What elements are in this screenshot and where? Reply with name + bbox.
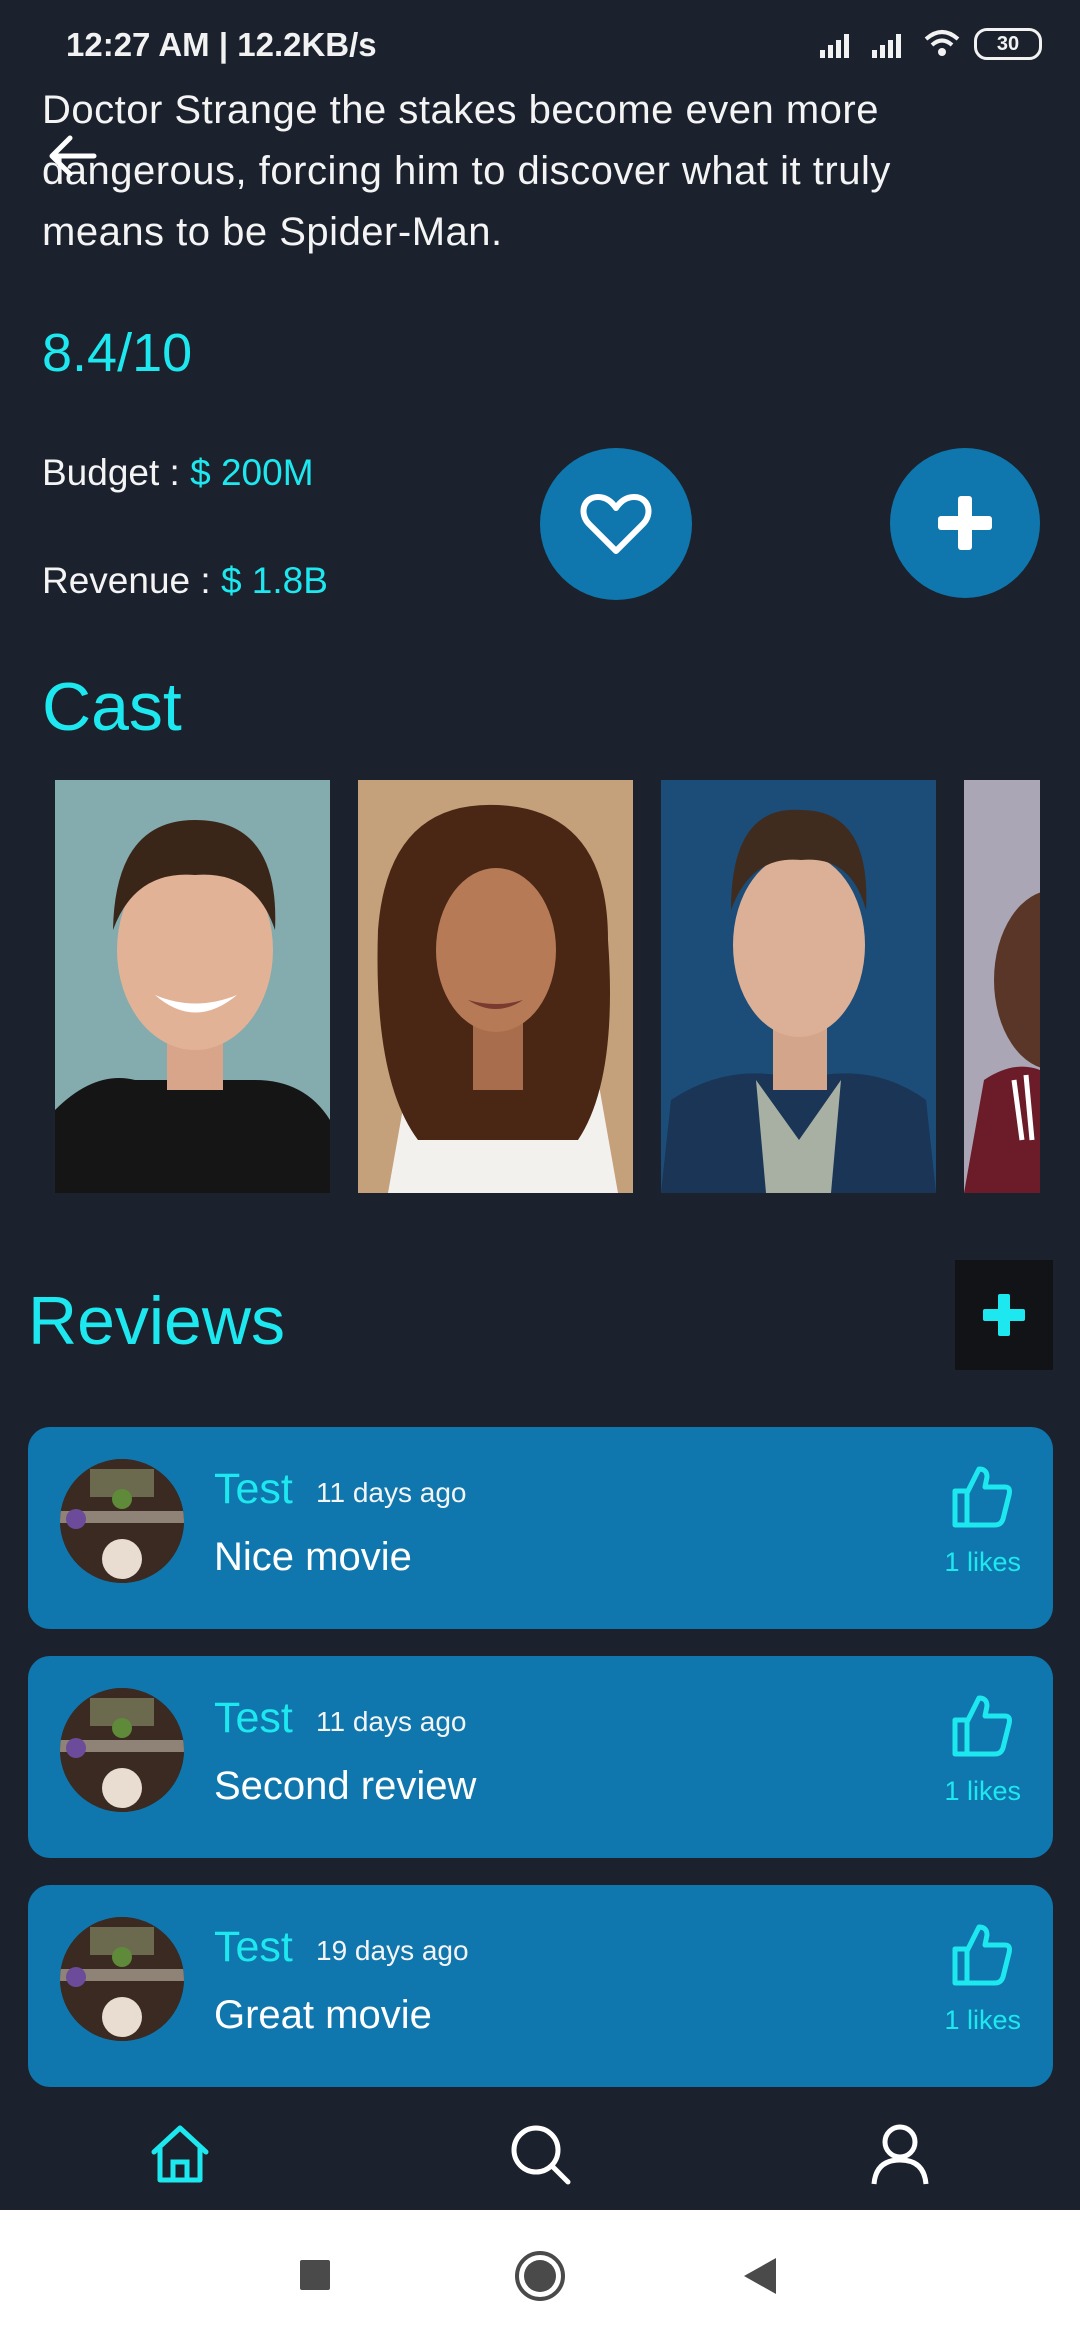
avatar [60,1688,184,1812]
user-icon[interactable] [868,2122,932,2186]
review-date: 11 days ago [316,1706,467,1737]
status-time: 12:27 AM | 12.2KB/s [66,26,377,63]
cast-title: Cast [42,669,182,745]
signal-icon [820,34,849,58]
review-text: Nice movie [214,1535,412,1579]
status-icons: 30 [818,28,1042,60]
thumbs-up-icon[interactable] [949,1692,1015,1758]
cast-card-1[interactable] [55,780,330,1193]
movie-overview: Doctor Strange the stakes become even mo… [42,88,891,254]
like-count: 1 likes [944,2005,1021,2035]
revenue-value: $ 1.8B [220,560,328,601]
cast-card-4[interactable] [964,780,1040,1193]
cast-card-3[interactable] [661,780,936,1193]
review-card[interactable]: Test 11 days ago Nice movie 1 likes [28,1427,1053,1629]
budget-value: $ 200M [190,452,314,493]
cast-photo-4 [964,780,1040,1193]
review-text: Second review [214,1764,477,1808]
budget-line: Budget : $ 200M [42,452,314,494]
favorite-button[interactable] [540,448,692,600]
plus-icon [983,1294,1025,1336]
add-to-list-button[interactable] [890,448,1040,598]
revenue-label: Revenue : [42,560,221,601]
review-card[interactable]: Test 11 days ago Second review 1 likes [28,1656,1053,1858]
search-icon[interactable] [508,2122,572,2186]
review-username: Test [214,1465,293,1513]
arrow-left-icon[interactable] [44,128,100,184]
reviews-title: Reviews [28,1283,285,1359]
heart-icon [580,494,652,554]
revenue-line: Revenue : $ 1.8B [42,560,328,602]
movie-rating: 8.4/10 [42,323,193,383]
cast-carousel[interactable] [55,780,1040,1193]
budget-label: Budget : [42,452,191,493]
home-icon[interactable] [148,2122,212,2186]
review-date: 19 days ago [316,1935,469,1966]
wifi-icon [924,30,960,56]
back-triangle-icon[interactable] [742,2256,778,2296]
review-username: Test [214,1694,293,1742]
like-count: 1 likes [944,1776,1021,1806]
cast-photo-2 [358,780,633,1193]
home-button-icon[interactable] [514,2250,566,2302]
cast-card-2[interactable] [358,780,633,1193]
review-username: Test [214,1923,293,1971]
review-date: 11 days ago [316,1477,467,1508]
recents-icon[interactable] [298,2258,332,2292]
signal-icon-2 [872,34,901,58]
review-text: Great movie [214,1993,432,2037]
cast-photo-1 [55,780,330,1193]
plus-icon [938,496,992,550]
like-count: 1 likes [944,1547,1021,1577]
avatar [60,1917,184,2041]
avatar [60,1459,184,1583]
cast-photo-3 [661,780,936,1193]
system-navigation-bar [0,2210,1080,2340]
add-review-button[interactable] [955,1260,1053,1370]
thumbs-up-icon[interactable] [949,1921,1015,1987]
thumbs-up-icon[interactable] [949,1463,1015,1529]
bottom-nav [0,2102,1080,2210]
battery-indicator: 30 [974,28,1042,60]
review-card[interactable]: Test 19 days ago Great movie 1 likes [28,1885,1053,2087]
